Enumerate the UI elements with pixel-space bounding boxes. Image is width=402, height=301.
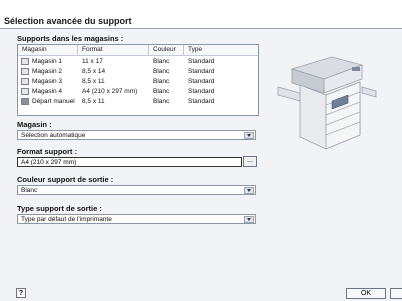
chevron-down-icon[interactable] bbox=[244, 216, 254, 223]
cell-color: Blanc bbox=[153, 58, 170, 65]
tray-icon bbox=[21, 78, 29, 85]
cell-color: Blanc bbox=[153, 78, 170, 85]
table-row[interactable]: Magasin 3 8,5 x 11 Blanc Standard bbox=[18, 77, 258, 87]
chevron-down-icon[interactable] bbox=[244, 132, 254, 139]
couleur-label: Couleur support de sortie : bbox=[17, 175, 114, 184]
cell-format: 11 x 17 bbox=[82, 58, 103, 65]
ok-button[interactable]: OK bbox=[346, 288, 386, 299]
cell-format: A4 (210 x 297 mm) bbox=[82, 88, 138, 95]
bypass-tray-icon bbox=[21, 98, 29, 105]
cell-type: Standard bbox=[188, 98, 215, 105]
cell-color: Blanc bbox=[153, 98, 170, 105]
cell-color: Blanc bbox=[153, 68, 170, 75]
col-header-magasin[interactable]: Magasin bbox=[18, 45, 78, 55]
cancel-button[interactable] bbox=[390, 288, 402, 299]
tray-icon bbox=[21, 88, 29, 95]
cell-format: 8,5 x 11 bbox=[82, 78, 105, 85]
table-row[interactable]: Magasin 1 11 x 17 Blanc Standard bbox=[18, 57, 258, 67]
tray-icon bbox=[21, 58, 29, 65]
tray-icon bbox=[21, 68, 29, 75]
dialog-title: Sélection avancée du support bbox=[4, 16, 132, 26]
magasin-value: Sélection automatique bbox=[21, 132, 86, 139]
cell-tray: Magasin 3 bbox=[32, 78, 62, 85]
cell-type: Standard bbox=[188, 68, 215, 75]
browse-format-button[interactable]: ... bbox=[243, 156, 257, 167]
cell-format: 8,5 x 11 bbox=[82, 98, 105, 105]
cell-tray: Magasin 1 bbox=[32, 58, 62, 65]
format-label: Format support : bbox=[17, 147, 77, 156]
type-dropdown[interactable]: Type par défaut de l'imprimante bbox=[17, 214, 256, 224]
title-bar: Sélection avancée du support bbox=[0, 0, 402, 28]
printer-illustration bbox=[277, 56, 377, 150]
table-row[interactable]: Magasin 2 8,5 x 14 Blanc Standard bbox=[18, 67, 258, 77]
cell-type: Standard bbox=[188, 58, 215, 65]
magasin-dropdown[interactable]: Sélection automatique bbox=[17, 130, 256, 140]
cell-tray: Magasin 2 bbox=[32, 68, 62, 75]
col-header-format[interactable]: Format bbox=[78, 45, 149, 55]
cell-format: 8,5 x 14 bbox=[82, 68, 106, 75]
couleur-value: Blanc bbox=[21, 187, 38, 194]
cell-tray: Magasin 4 bbox=[32, 88, 62, 95]
col-header-type[interactable]: Type bbox=[184, 45, 258, 55]
couleur-dropdown[interactable]: Blanc bbox=[17, 185, 256, 195]
trays-label: Supports dans les magasins : bbox=[17, 34, 124, 43]
table-row[interactable]: Magasin 4 A4 (210 x 297 mm) Blanc Standa… bbox=[18, 87, 258, 97]
cell-color: Blanc bbox=[153, 88, 170, 95]
table-row[interactable]: Départ manuel 8,5 x 11 Blanc Standard bbox=[18, 97, 258, 107]
format-value: A4 (210 x 297 mm) bbox=[21, 159, 77, 166]
magasin-label: Magasin : bbox=[17, 120, 52, 129]
help-button[interactable]: ? bbox=[16, 288, 26, 298]
header-divider bbox=[18, 55, 258, 56]
trays-table: Magasin Format Couleur Type Magasin 1 11… bbox=[17, 44, 259, 116]
cell-tray: Départ manuel bbox=[32, 98, 75, 105]
cell-type: Standard bbox=[188, 88, 215, 95]
cell-type: Standard bbox=[188, 78, 215, 85]
chevron-down-icon[interactable] bbox=[244, 187, 254, 194]
format-field[interactable]: A4 (210 x 297 mm) bbox=[17, 157, 242, 167]
type-label: Type support de sortie : bbox=[17, 204, 102, 213]
type-value: Type par défaut de l'imprimante bbox=[21, 216, 112, 223]
col-header-couleur[interactable]: Couleur bbox=[149, 45, 184, 55]
dialog-window: Sélection avancée du support Supports da… bbox=[0, 0, 402, 301]
